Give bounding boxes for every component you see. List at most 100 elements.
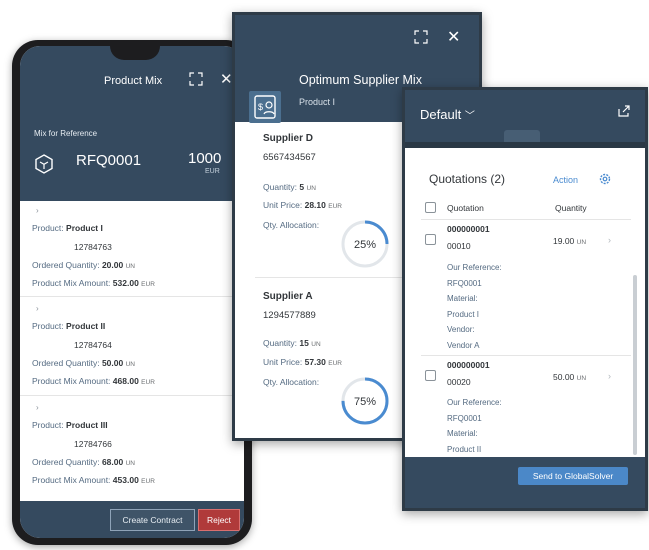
product-mix-footer: Create Contract Reject [20, 501, 244, 538]
chevron-down-icon: ﹀ [464, 111, 475, 122]
quantity-line: Quantity: 5 UN [263, 182, 316, 192]
material-value: Product I [447, 309, 480, 319]
mix-amount-line: Product Mix Amount: 532.00 EUR [32, 278, 155, 288]
vendor-label: Vendor: [447, 325, 475, 334]
unit-price-line: Unit Price: 57.30 EUR [263, 357, 342, 367]
ordered-quantity-label: Ordered Quantity: [32, 457, 100, 467]
supplier-id: 1294577889 [263, 310, 316, 321]
quotations-footer: Send to GlobalSolver [405, 457, 645, 508]
our-reference-label: Our Reference: [447, 398, 502, 407]
mix-amount-label: Product Mix Amount: [32, 376, 111, 386]
reference-amount: 1000 [188, 150, 222, 167]
column-header-quantity[interactable]: Quantity [555, 203, 587, 213]
quotation-id: 000000001 [447, 360, 490, 370]
row-checkbox[interactable] [425, 234, 436, 245]
quotations-card: Default ﹀ Quotations (2) Action Quotatio… [402, 87, 648, 511]
chevron-right-icon[interactable]: › [608, 371, 611, 381]
our-reference-label: Our Reference: [447, 263, 502, 272]
our-reference-value: RFQ0001 [447, 413, 482, 423]
close-icon[interactable]: ✕ [447, 27, 460, 47]
quantity-label: Quantity: [263, 182, 298, 192]
mix-reference-label: Mix for Reference [34, 129, 98, 138]
product-number: 12784763 [74, 242, 112, 252]
price-currency: EUR [328, 360, 342, 367]
supplier-mix-title: Optimum Supplier Mix [299, 73, 422, 87]
close-icon[interactable]: ✕ [220, 70, 233, 88]
chevron-right-icon: › [36, 206, 39, 215]
ordered-quantity-label: Ordered Quantity: [32, 358, 100, 368]
mix-amount-label: Product Mix Amount: [32, 278, 111, 288]
allocation-percent: 75% [354, 396, 376, 408]
unit-price-line: Unit Price: 28.10 EUR [263, 200, 342, 210]
quotation-details: Our Reference: RFQ0001 Material: Product… [447, 395, 502, 457]
product-name: Product I [66, 223, 103, 233]
product-line: Product: Product II [32, 321, 105, 331]
quantity-line: Quantity: 15 UN [263, 338, 321, 348]
unit-price-value: 28.10 [304, 200, 326, 210]
action-link[interactable]: Action [553, 175, 578, 185]
allocation-donut: 75% [341, 377, 389, 425]
quotation-item: 00010 [447, 241, 471, 251]
price-currency: EUR [328, 203, 342, 210]
quantity-value: 19.00 [553, 236, 575, 246]
variant-selector[interactable]: Default ﹀ [420, 107, 475, 122]
divider [20, 296, 244, 297]
quotations-list-title: Quotations (2) [429, 172, 506, 186]
phone-frame: Product Mix ✕ Mix for Reference RFQ0001 … [12, 40, 252, 545]
send-to-globalsolver-button[interactable]: Send to GlobalSolver [518, 467, 628, 485]
product-item[interactable]: › Product: Product III 12784766 Ordered … [20, 401, 244, 501]
product-mix-title: Product Mix [104, 75, 163, 87]
expand-icon[interactable] [413, 29, 429, 45]
ordered-quantity-label: Ordered Quantity: [32, 260, 100, 270]
vendor-value: Vendor A [447, 340, 480, 350]
product-name: Product II [66, 321, 106, 331]
quotation-number: 000000001 [447, 224, 490, 234]
quotation-id: 000000001 [447, 224, 490, 234]
quantity-label: Quantity: [263, 338, 298, 348]
product-mix-header: Product Mix ✕ Mix for Reference RFQ0001 … [20, 46, 244, 201]
reject-button[interactable]: Reject [198, 509, 240, 531]
quotation-quantity: 19.00 UN [553, 236, 586, 246]
row-checkbox[interactable] [425, 370, 436, 381]
mix-amount: 532.00 [112, 278, 139, 288]
select-all-checkbox[interactable] [425, 202, 436, 213]
product-label: Product: [32, 321, 64, 331]
product-label: Product: [32, 420, 64, 430]
product-number: 12784766 [74, 439, 112, 449]
divider [421, 355, 631, 356]
quantity-unit: UN [306, 185, 316, 192]
phone-notch [110, 46, 160, 60]
reference-currency: EUR [205, 168, 220, 175]
supplier-mix-subtitle: Product I [299, 97, 336, 107]
expand-icon[interactable] [188, 71, 204, 87]
quantity-value: 15 [299, 338, 309, 348]
quotation-number: 000000001 [447, 360, 490, 370]
allocation-percent: 25% [354, 239, 376, 251]
allocation-donut: 25% [341, 220, 389, 268]
collapse-header-button[interactable] [504, 130, 540, 142]
quotation-quantity: 50.00 UN [553, 372, 586, 382]
product-line: Product: Product I [32, 223, 103, 233]
product-label: Product: [32, 223, 64, 233]
quotations-header: Default ﹀ [405, 90, 645, 142]
divider [421, 219, 631, 220]
create-contract-button[interactable]: Create Contract [110, 509, 195, 531]
mix-amount-label: Product Mix Amount: [32, 475, 111, 485]
supplier-icon: $ [249, 91, 281, 123]
quantity-value: 5 [299, 182, 305, 192]
product-item[interactable]: › Product: Product I 12784763 Ordered Qu… [20, 204, 244, 304]
mix-amount: 453.00 [112, 475, 139, 485]
product-item[interactable]: › Product: Product II 12784764 Ordered Q… [20, 302, 244, 402]
product-line: Product: Product III [32, 420, 108, 430]
gear-icon[interactable] [598, 172, 612, 186]
chevron-right-icon[interactable]: › [608, 235, 611, 245]
scrollbar[interactable] [633, 275, 637, 455]
ordered-quantity: 50.00 [101, 358, 124, 368]
amount-currency: EUR [141, 478, 155, 485]
mix-amount: 468.00 [112, 376, 139, 386]
column-header-quotation[interactable]: Quotation [447, 203, 484, 213]
share-icon[interactable] [617, 104, 631, 118]
material-label: Material: [447, 429, 478, 438]
chevron-right-icon: › [36, 304, 39, 313]
quotation-details: Our Reference: RFQ0001 Material: Product… [447, 260, 502, 353]
